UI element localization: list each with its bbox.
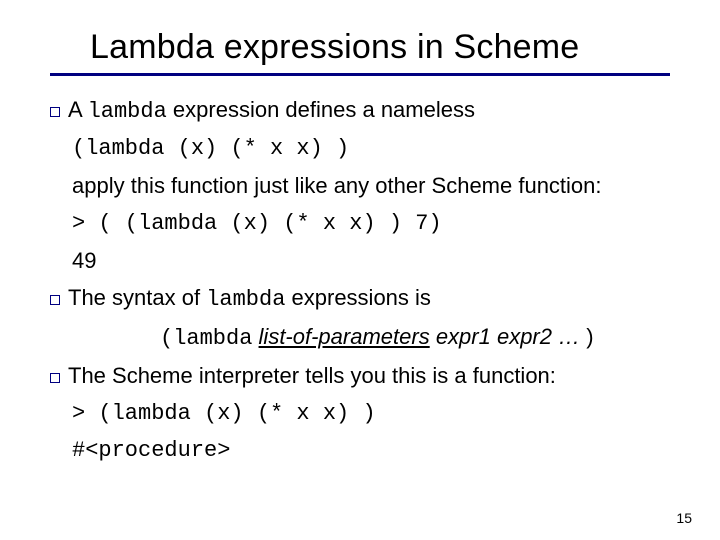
code-line-3: > (lambda (x) (* x x) ) [72, 396, 670, 431]
syntax-open: ( [160, 326, 173, 351]
bullet-1: A lambda expression defines a nameless [50, 92, 670, 129]
text-line-apply: apply this function just like any other … [72, 168, 670, 203]
slide-title: Lambda expressions in Scheme [90, 28, 670, 67]
slide: Lambda expressions in Scheme A lambda ex… [0, 0, 720, 540]
bullet-1-code: lambda [88, 99, 167, 124]
syntax-rest: expr1 expr2 … [430, 324, 587, 349]
apply-text: apply this function just like any other … [72, 168, 602, 203]
syntax-text: (lambda list-of-parameters expr1 expr2 …… [160, 319, 594, 356]
bullet-3-text: The Scheme interpreter tells you this is… [68, 358, 556, 393]
bullet-icon [50, 295, 60, 305]
code-1: (lambda (x) (* x x) ) [72, 131, 349, 166]
result-1: 49 [72, 243, 96, 278]
result-line-2: #<procedure> [72, 433, 670, 468]
bullet-1-pre: A [68, 97, 88, 122]
bullet-2-pre: The syntax of [68, 285, 206, 310]
bullet-2: The syntax of lambda expressions is [50, 280, 670, 317]
code-line-1: (lambda (x) (* x x) ) [72, 131, 670, 166]
bullet-2-post: expressions is [285, 285, 431, 310]
bullet-2-text: The syntax of lambda expressions is [68, 280, 431, 317]
bullet-2-code: lambda [206, 287, 285, 312]
syntax-line: (lambda list-of-parameters expr1 expr2 …… [160, 319, 670, 356]
bullet-1-post: expression defines a nameless [167, 97, 475, 122]
syntax-close: ) [586, 324, 593, 349]
syntax-kw: lambda [173, 326, 252, 351]
bullet-1-text: A lambda expression defines a nameless [68, 92, 475, 129]
result-line-1: 49 [72, 243, 670, 278]
code-3: > (lambda (x) (* x x) ) [72, 396, 376, 431]
page-number: 15 [676, 510, 692, 526]
syntax-list: list-of-parameters [259, 324, 430, 349]
title-underline [50, 73, 670, 76]
bullet-icon [50, 107, 60, 117]
code-line-2: > ( (lambda (x) (* x x) ) 7) [72, 206, 670, 241]
bullet-icon [50, 373, 60, 383]
result-2: #<procedure> [72, 433, 230, 468]
slide-body: A lambda expression defines a nameless (… [50, 92, 670, 468]
code-2: > ( (lambda (x) (* x x) ) 7) [72, 206, 442, 241]
bullet-3: The Scheme interpreter tells you this is… [50, 358, 670, 393]
